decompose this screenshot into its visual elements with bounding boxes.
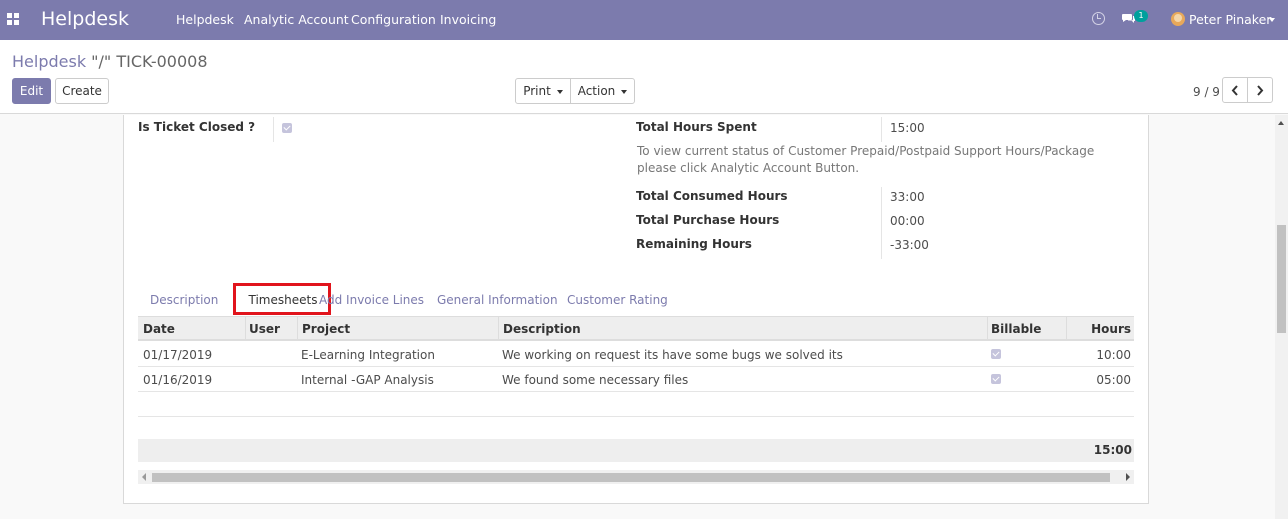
column-separator	[1066, 317, 1067, 340]
cell-project: E-Learning Integration	[301, 348, 435, 362]
total-consumed-hours-label: Total Consumed Hours	[636, 189, 788, 203]
column-header-date[interactable]: Date	[143, 322, 175, 336]
is-ticket-closed-label: Is Ticket Closed ?	[138, 120, 256, 134]
column-separator	[498, 317, 499, 340]
tab-customer-rating[interactable]: Customer Rating	[567, 293, 668, 307]
notebook-tabs: Description Timesheets Add Invoice Lines…	[138, 283, 1134, 315]
pager-previous-button[interactable]	[1222, 77, 1248, 103]
tab-general-information[interactable]: General Information	[437, 293, 558, 307]
avatar[interactable]	[1171, 12, 1185, 26]
cell-description: We working on request its have some bugs…	[502, 348, 843, 362]
caret-down-icon	[556, 89, 563, 94]
control-panel: Helpdesk "/" TICK-00008 Edit Create Prin…	[0, 40, 1288, 114]
total-consumed-hours-value: 33:00	[890, 190, 925, 204]
remaining-hours-value: -33:00	[890, 238, 929, 252]
vertical-scroll-thumb[interactable]	[1277, 225, 1286, 333]
print-dropdown[interactable]: Print	[515, 78, 571, 104]
column-separator	[297, 317, 298, 340]
column-header-billable[interactable]: Billable	[991, 322, 1041, 336]
total-purchase-hours-value: 00:00	[890, 214, 925, 228]
create-button[interactable]: Create	[55, 78, 109, 104]
cell-project: Internal -GAP Analysis	[301, 373, 434, 387]
scroll-right-icon[interactable]	[1125, 473, 1130, 481]
table-row[interactable]: 01/16/2019 Internal -GAP Analysis We fou…	[138, 367, 1134, 392]
scroll-left-icon[interactable]	[142, 473, 147, 481]
edit-button[interactable]: Edit	[12, 78, 51, 104]
help-text: To view current status of Customer Prepa…	[637, 144, 1095, 175]
horizontal-scroll-thumb[interactable]	[152, 473, 1110, 482]
action-label: Action	[577, 84, 616, 98]
chat-badge: 1	[1134, 10, 1148, 22]
total-purchase-hours-label: Total Purchase Hours	[636, 213, 780, 227]
scroll-up-icon[interactable]	[1278, 121, 1284, 125]
column-header-project[interactable]: Project	[302, 322, 350, 336]
remaining-hours-label: Remaining Hours	[636, 237, 752, 251]
is-ticket-closed-checkbox[interactable]	[282, 123, 292, 133]
breadcrumb-parent[interactable]: Helpdesk	[12, 52, 86, 71]
tab-description[interactable]: Description	[150, 293, 218, 307]
form-sheet: Is Ticket Closed ? Total Hours Spent 15:…	[123, 115, 1149, 504]
cell-hours: 10:00	[1096, 348, 1131, 362]
table-row-empty	[138, 392, 1134, 417]
caret-down-icon	[621, 89, 628, 94]
column-separator	[987, 317, 988, 340]
total-hours: 15:00	[1093, 443, 1132, 457]
top-navbar: Helpdesk Helpdesk Analytic Account Confi…	[0, 0, 1288, 40]
menu-invoicing[interactable]: Invoicing	[440, 12, 496, 27]
cell-hours: 05:00	[1096, 373, 1131, 387]
action-dropdown[interactable]: Action	[570, 78, 635, 104]
form-content: Is Ticket Closed ? Total Hours Spent 15:…	[0, 115, 1288, 519]
horizontal-scrollbar[interactable]	[138, 470, 1134, 484]
breadcrumb-current: "/" TICK-00008	[91, 52, 208, 71]
chevron-down-icon[interactable]	[1269, 18, 1275, 22]
menu-configuration[interactable]: Configuration	[351, 12, 436, 27]
total-hours-spent-label: Total Hours Spent	[636, 120, 757, 134]
app-brand[interactable]: Helpdesk	[41, 8, 129, 30]
cell-date: 01/17/2019	[143, 348, 213, 362]
cell-billable-checkbox[interactable]	[991, 374, 1001, 384]
field-separator	[273, 117, 274, 142]
column-header-user[interactable]: User	[249, 322, 280, 336]
column-header-hours[interactable]: Hours	[1091, 322, 1131, 336]
column-header-description[interactable]: Description	[503, 322, 581, 336]
breadcrumb: Helpdesk "/" TICK-00008	[12, 52, 208, 71]
table-header: Date User Project Description Billable H…	[138, 316, 1134, 341]
menu-helpdesk[interactable]: Helpdesk	[176, 12, 234, 27]
menu-analytic-account[interactable]: Analytic Account	[244, 12, 349, 27]
cell-description: We found some necessary files	[502, 373, 689, 387]
pager-next-button[interactable]	[1247, 77, 1273, 103]
chevron-left-icon	[1231, 85, 1238, 96]
print-label: Print	[523, 84, 551, 98]
tab-timesheets[interactable]: Timesheets	[234, 293, 332, 307]
tab-add-invoice-lines[interactable]: Add Invoice Lines	[319, 293, 424, 307]
vertical-scrollbar[interactable]	[1275, 115, 1288, 519]
field-separator	[881, 117, 882, 142]
pager-value[interactable]: 9 / 9	[1193, 85, 1220, 99]
table-footer: 15:00	[138, 439, 1134, 462]
table-row[interactable]: 01/17/2019 E-Learning Integration We wor…	[138, 342, 1134, 367]
field-separator	[881, 187, 882, 259]
cell-billable-checkbox[interactable]	[991, 349, 1001, 359]
chevron-right-icon	[1257, 85, 1264, 96]
clock-icon[interactable]	[1092, 12, 1105, 25]
column-separator	[245, 317, 246, 340]
apps-grid-icon[interactable]	[7, 13, 19, 25]
total-hours-spent-value: 15:00	[890, 121, 925, 135]
user-name[interactable]: Peter Pinaker	[1189, 12, 1271, 27]
cell-date: 01/16/2019	[143, 373, 213, 387]
